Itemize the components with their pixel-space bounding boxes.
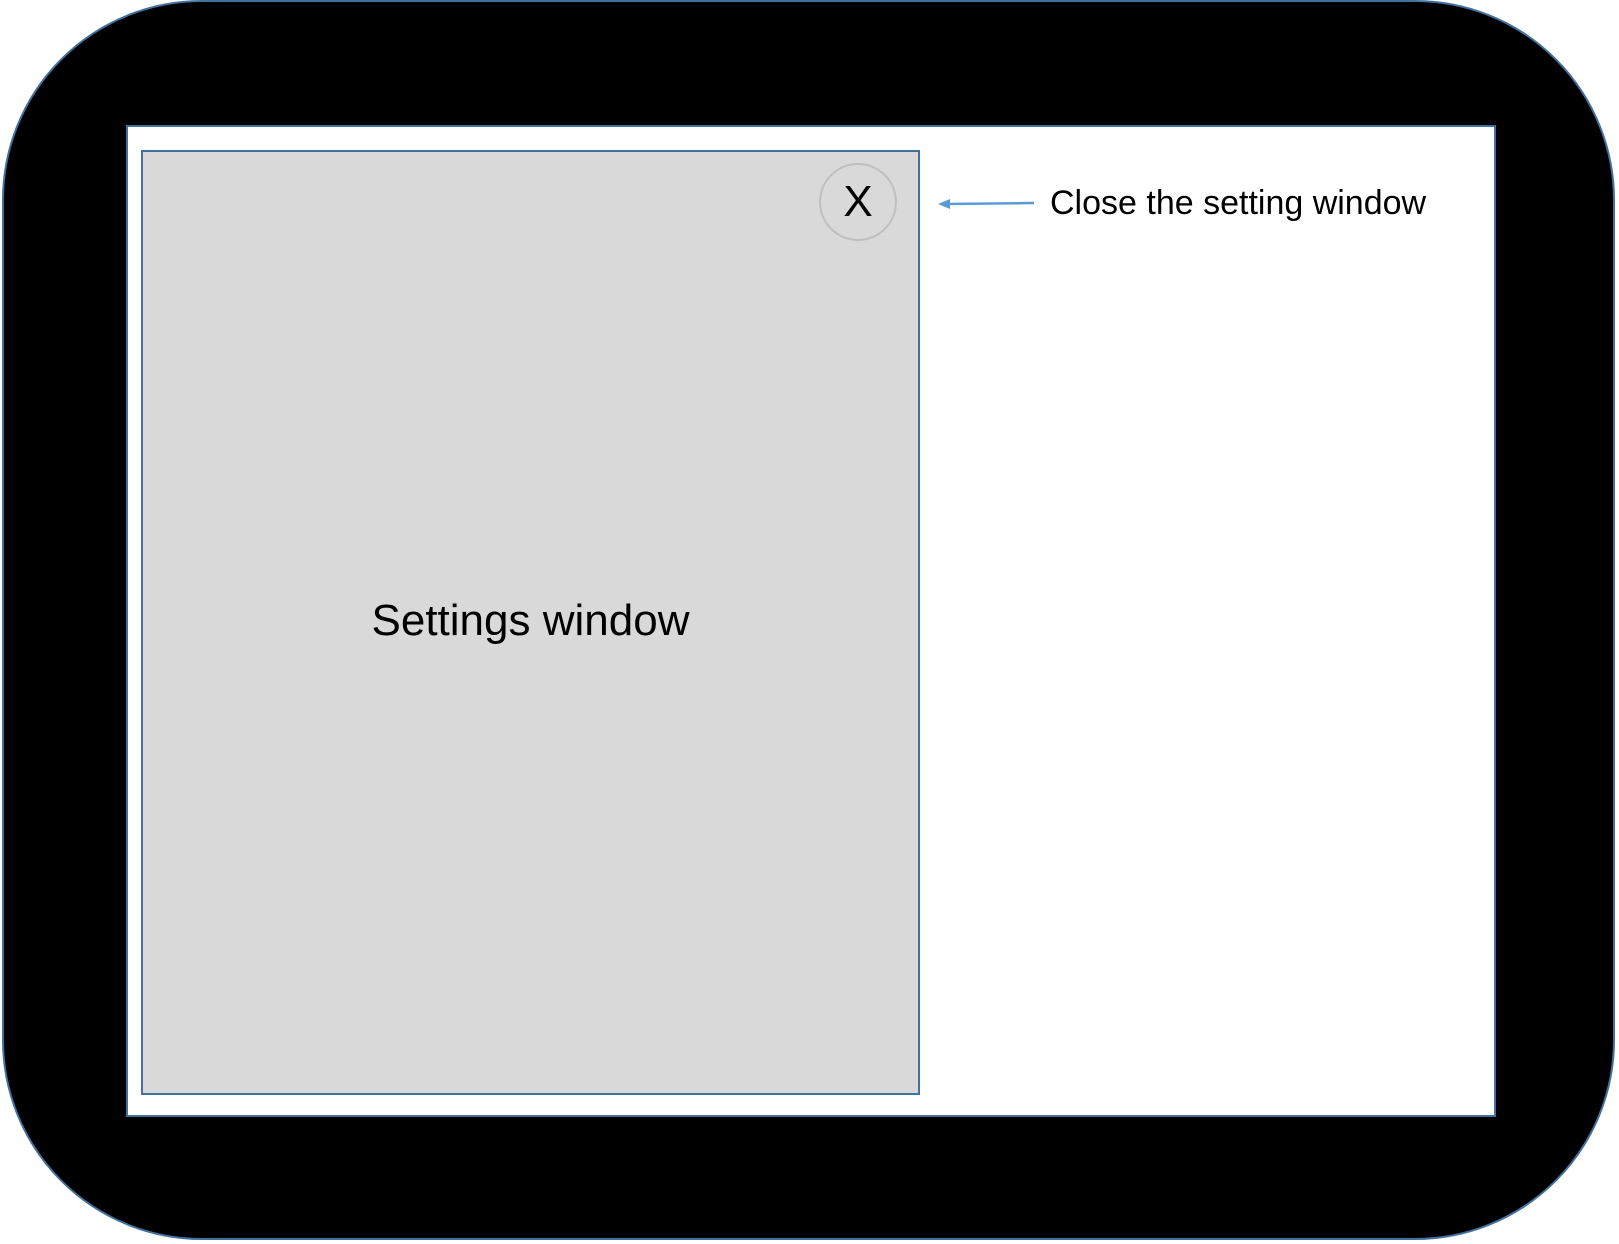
- settings-window-label: Settings window: [371, 595, 690, 645]
- annotation-label: Close the setting window: [1050, 184, 1427, 222]
- close-button[interactable]: X: [819, 163, 897, 241]
- diagram-canvas: Settings window X Close the setting wind…: [0, 0, 1619, 1244]
- close-icon: X: [843, 177, 873, 226]
- annotation-arrow: [938, 199, 1035, 209]
- settings-window: Settings window: [141, 150, 920, 1095]
